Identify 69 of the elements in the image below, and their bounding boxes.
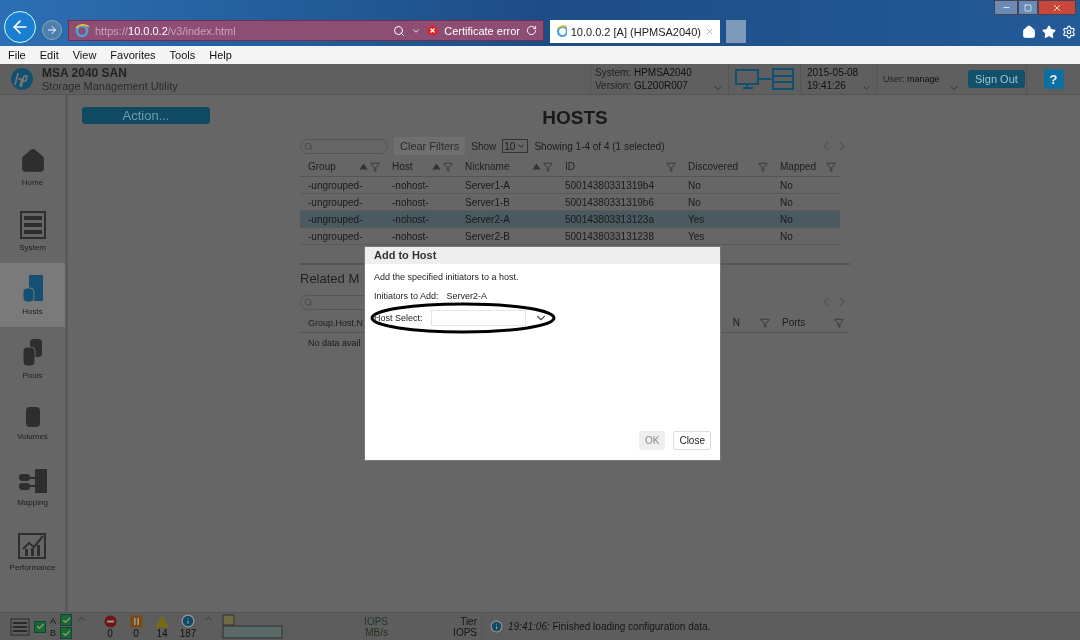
system-info: System: HPMSA2040 [595, 66, 692, 79]
time-text: 19:41:26 [807, 79, 847, 92]
table-cell[interactable]: -ungrouped- [300, 177, 384, 194]
version-info: Version: GL200R007 [595, 79, 689, 92]
date-text: 2015-05-08 [807, 66, 859, 79]
table-cell[interactable]: No [772, 177, 840, 194]
column-header[interactable]: ID [565, 161, 664, 172]
tier-iops-label: IOPS [453, 626, 477, 638]
product-name: MSA 2040 SAN [42, 66, 128, 80]
count-text: 14 [156, 627, 168, 639]
initiators-label: Initiators to Add: [374, 291, 439, 301]
status-message: 19:41:06: Finished loading configuration data. [508, 621, 711, 632]
help-button[interactable]: ? [1043, 69, 1064, 89]
table-cell[interactable]: -nohost- [384, 211, 457, 228]
page-title: HOSTS [541, 107, 609, 130]
certificate-error-text: Certificate error [444, 24, 520, 37]
table-cell[interactable]: No [772, 228, 840, 245]
menu-item[interactable]: Favorites [110, 46, 156, 64]
showing-text: Showing 1-4 of 4 (1 selected) [534, 140, 665, 152]
url-text: https://10.0.0.2/v3/index.html [95, 24, 237, 37]
column-header[interactable]: Nickname [465, 161, 530, 172]
sidebar-item[interactable]: Hosts [0, 263, 65, 327]
clear-filters-button[interactable]: Clear Filters [394, 137, 466, 155]
empty-message: No data avail [307, 337, 361, 350]
menu-item[interactable]: View [72, 46, 97, 64]
count-text: 187 [179, 628, 197, 639]
sign-out-button[interactable]: Sign Out [968, 70, 1025, 88]
menu-item[interactable]: Help [209, 46, 232, 64]
table-cell[interactable]: -ungrouped- [300, 211, 384, 228]
initiators-value: Server2-A [446, 291, 488, 301]
dialog-title: Add to Host [365, 247, 720, 264]
column-header[interactable]: Group [308, 161, 357, 172]
menu-item[interactable]: File [8, 46, 26, 64]
page-size-select[interactable]: 10 [502, 139, 529, 153]
controller-label: A [50, 614, 56, 627]
mbs-label: MB/s [365, 626, 388, 638]
count-text: 0 [133, 627, 139, 639]
table-cell[interactable]: Server1-A [457, 177, 557, 194]
host-select-label: Host Select: [374, 313, 423, 323]
menu-item[interactable]: Tools [169, 46, 196, 64]
table-cell[interactable]: 50014380331319b4 [557, 177, 680, 194]
controller-label: B [50, 626, 56, 639]
table-cell[interactable]: 5001438033131238 [557, 228, 680, 245]
close-button[interactable]: Close [673, 431, 711, 450]
table-cell[interactable]: 500143803313123a [557, 211, 680, 228]
table-cell[interactable]: -ungrouped- [300, 228, 384, 245]
count-text: 0 [107, 627, 113, 639]
tier-label: Tier [460, 615, 477, 627]
column-header[interactable]: Mapped [780, 161, 824, 172]
dialog-description: Add the specified initiators to a host. [374, 272, 520, 282]
table-cell[interactable]: Server2-A [457, 211, 557, 228]
column-header[interactable]: Discovered [688, 161, 756, 172]
menu-item[interactable]: Edit [39, 46, 59, 64]
table-cell[interactable]: No [680, 177, 772, 194]
browser-tab[interactable]: 10.0.0.2 [A] (HPMSA2040) [550, 20, 720, 43]
section-title: Related M [300, 271, 360, 288]
column-header[interactable]: Host [392, 161, 430, 172]
table-cell[interactable]: -nohost- [384, 177, 457, 194]
table-cell[interactable]: Server2-B [457, 228, 557, 245]
action-button[interactable]: Action... [82, 107, 210, 124]
table-cell[interactable]: Yes [680, 211, 772, 228]
column-header[interactable]: N [732, 317, 740, 328]
column-header[interactable]: Ports [782, 317, 832, 328]
table-cell[interactable]: No [772, 211, 840, 228]
table-cell[interactable]: Yes [680, 228, 772, 245]
show-label: Show [471, 140, 497, 152]
table-cell[interactable]: -nohost- [384, 228, 457, 245]
iops-label: IOPS [364, 615, 388, 627]
address-bar[interactable]: https://10.0.0.2/v3/index.html Certificate error [68, 20, 544, 41]
